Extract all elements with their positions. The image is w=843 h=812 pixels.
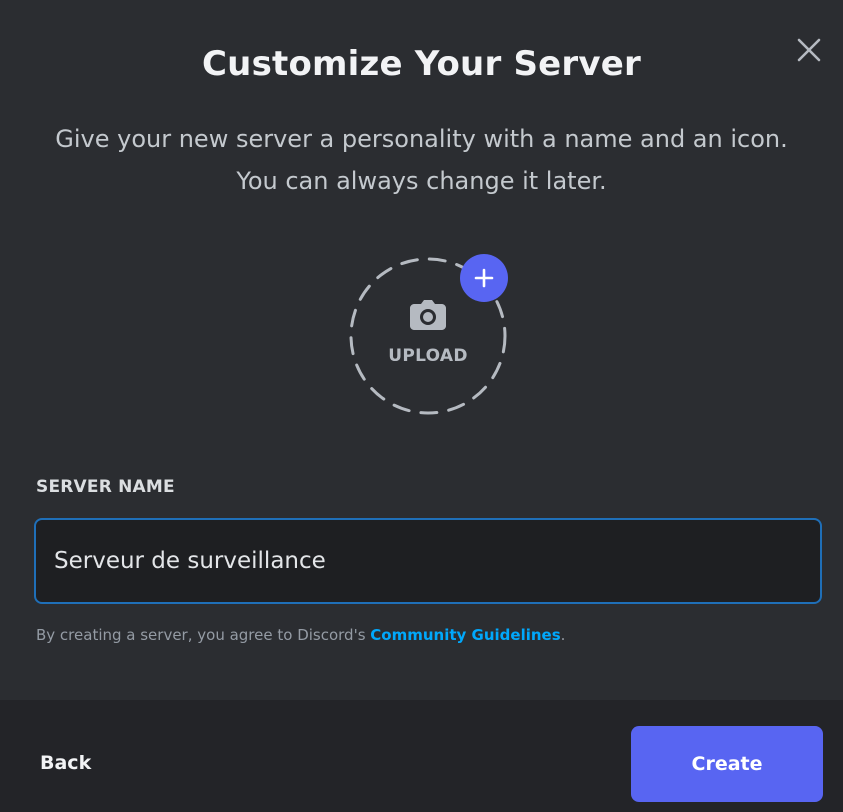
plus-icon: [474, 268, 494, 288]
modal-title: Customize Your Server: [202, 44, 641, 84]
create-button[interactable]: Create: [631, 726, 823, 802]
server-name-field[interactable]: [34, 518, 822, 604]
back-button[interactable]: Back: [40, 752, 91, 774]
server-name-input[interactable]: [54, 548, 802, 574]
agreement-prefix: By creating a server, you agree to Disco…: [36, 626, 371, 644]
create-server-modal: Customize Your Server Give your new serv…: [0, 0, 843, 812]
agreement-suffix: .: [560, 626, 566, 644]
modal-subtitle: Give your new server a personality with …: [55, 125, 788, 195]
server-name-label: SERVER NAME: [36, 477, 175, 497]
add-icon-badge[interactable]: [460, 254, 508, 302]
camera-icon: [410, 300, 446, 330]
upload-icon-button[interactable]: UPLOAD: [348, 254, 508, 416]
upload-label: UPLOAD: [388, 346, 468, 366]
community-guidelines-link[interactable]: Community Guidelines: [370, 626, 560, 644]
agreement-text: By creating a server, you agree to Disco…: [36, 626, 565, 644]
